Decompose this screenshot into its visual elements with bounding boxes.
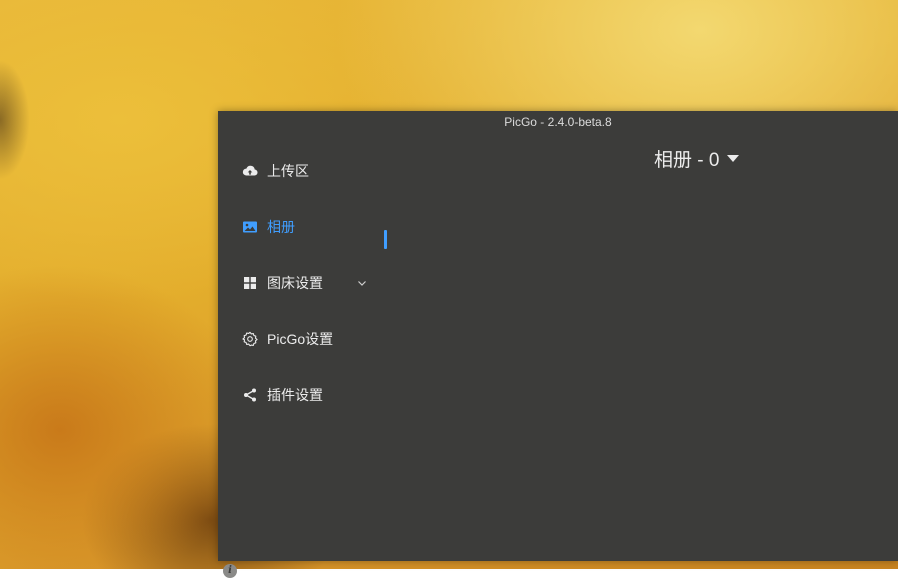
wallpaper-shadow — [0, 60, 30, 180]
sidebar-item-label: 插件设置 — [267, 387, 323, 403]
sidebar-item-label: 图床设置 — [267, 275, 323, 291]
cloud-upload-icon — [242, 163, 258, 179]
window-title: PicGo - 2.4.0-beta.8 — [504, 115, 612, 129]
picgo-window: PicGo - 2.4.0-beta.8 上传区 相册 图床设置 PicGo设置… — [218, 111, 898, 578]
image-icon — [242, 219, 258, 235]
sidebar: 上传区 相册 图床设置 PicGo设置 插件设置 i — [218, 133, 388, 578]
gear-icon — [242, 331, 258, 347]
info-icon[interactable]: i — [223, 564, 237, 578]
caret-down-icon — [727, 154, 740, 162]
sidebar-item-picbed-settings[interactable]: 图床设置 — [218, 263, 388, 303]
gallery-title-dropdown[interactable]: 相册 - 0 — [654, 146, 740, 171]
sidebar-item-plugin-settings[interactable]: 插件设置 — [218, 375, 388, 415]
sidebar-item-label: PicGo设置 — [267, 331, 334, 347]
active-indicator — [384, 230, 387, 249]
page-title: 相册 - 0 — [654, 149, 720, 171]
sidebar-item-upload[interactable]: 上传区 — [218, 151, 388, 191]
sidebar-item-picgo-settings[interactable]: PicGo设置 — [218, 319, 388, 359]
share-icon — [242, 387, 258, 403]
sidebar-item-label: 上传区 — [267, 163, 309, 179]
sidebar-item-gallery[interactable]: 相册 — [218, 207, 388, 247]
sidebar-item-label: 相册 — [267, 219, 295, 235]
grid-icon — [242, 275, 258, 291]
chevron-down-icon[interactable] — [356, 276, 368, 288]
